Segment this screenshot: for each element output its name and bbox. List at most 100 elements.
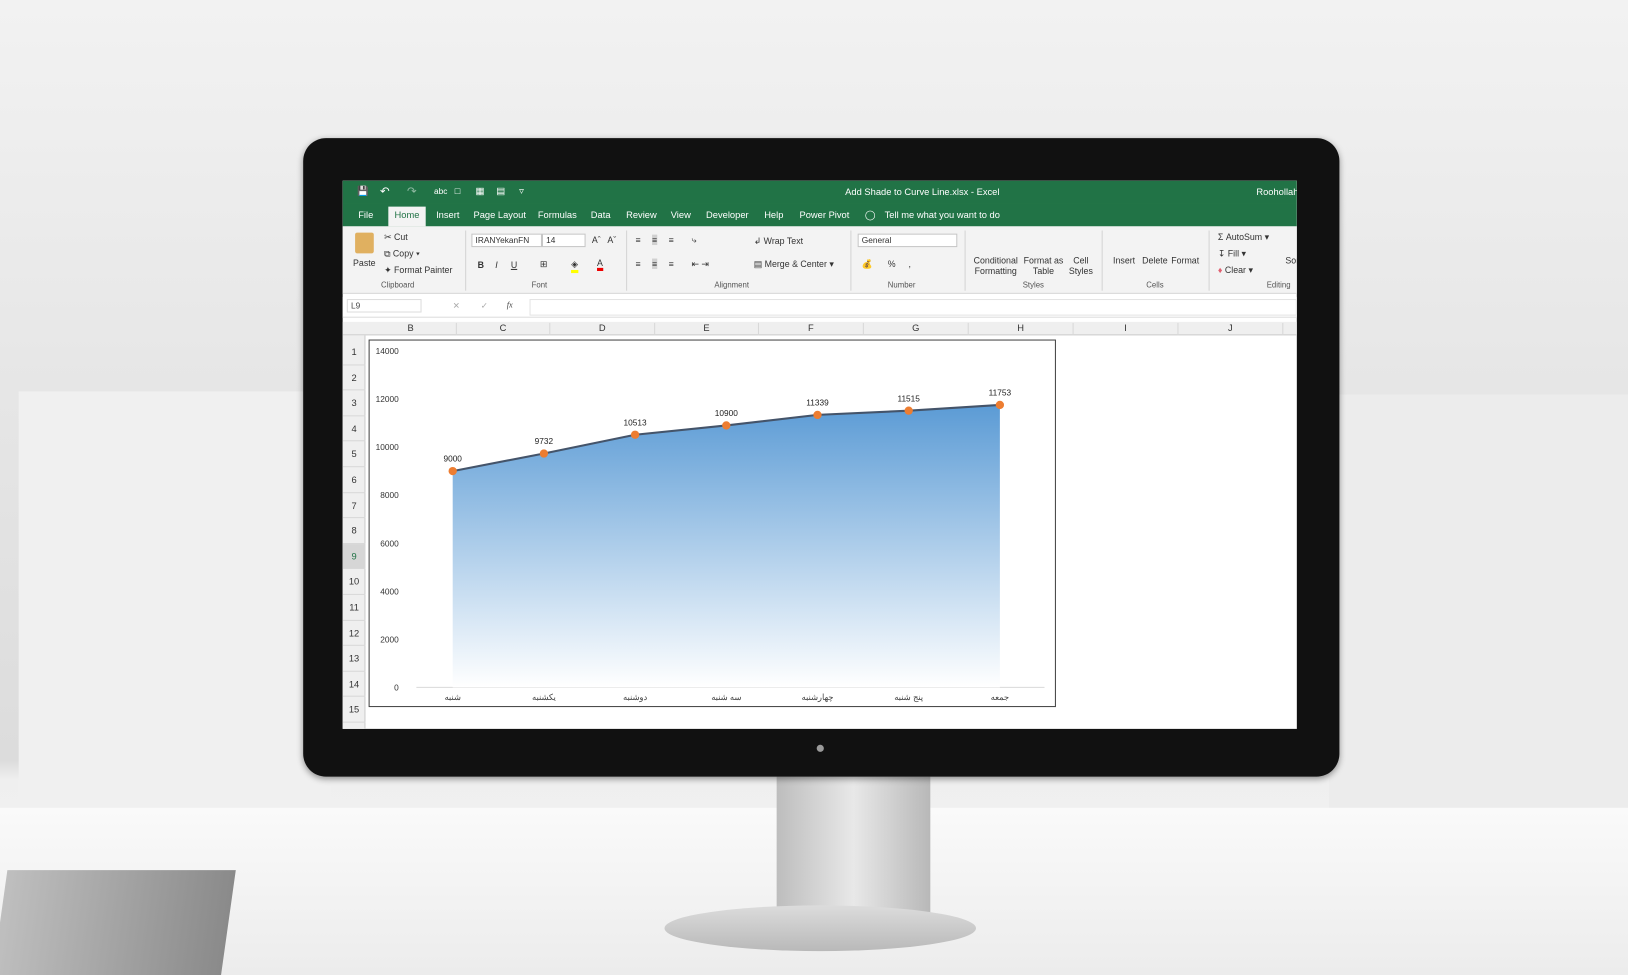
- tab-help[interactable]: Help: [764, 210, 783, 220]
- tab-insert[interactable]: Insert: [436, 210, 459, 220]
- format-cells-button[interactable]: Format: [1171, 255, 1199, 265]
- insert-function-button[interactable]: fx: [507, 300, 513, 309]
- area-chart[interactable]: 0 2000 4000 6000 8000 10000 12000 14000 9000 شنبه…: [368, 339, 1056, 708]
- copy-button[interactable]: ⧉ Copy ▾: [384, 248, 420, 259]
- row-header-11[interactable]: 11: [342, 595, 366, 621]
- cut-button[interactable]: ✂ Cut: [384, 232, 408, 243]
- comma-button[interactable]: ,: [909, 259, 911, 269]
- tab-view[interactable]: View: [671, 210, 691, 220]
- underline-button[interactable]: U: [511, 260, 517, 270]
- user-name[interactable]: Roohollah: [1256, 187, 1296, 197]
- form-icon[interactable]: ▦: [476, 186, 485, 197]
- column-header-i[interactable]: I: [1074, 322, 1179, 336]
- column-header-e[interactable]: E: [655, 322, 759, 336]
- tab-data[interactable]: Data: [591, 210, 611, 220]
- align-left-icon[interactable]: ≡: [635, 259, 640, 269]
- align-middle-icon[interactable]: ≡: [652, 234, 658, 246]
- align-top-icon[interactable]: ≡: [635, 235, 640, 245]
- row-header-3[interactable]: 3: [342, 391, 366, 417]
- merge-center-button[interactable]: ▤ Merge & Center ▾: [754, 259, 834, 270]
- orientation-icon[interactable]: ⤷: [692, 235, 697, 246]
- tell-me-search[interactable]: Tell me what you want to do: [885, 210, 1000, 220]
- grow-font-button[interactable]: Aˆ: [592, 235, 601, 245]
- clear-label: Clear: [1224, 264, 1246, 276]
- customize-qat-icon[interactable]: ▿: [519, 186, 524, 197]
- cancel-icon[interactable]: ✕: [453, 301, 460, 310]
- divider: [465, 230, 467, 291]
- wrap-text-button[interactable]: ↲ Wrap Text: [754, 236, 803, 247]
- font-size-select[interactable]: 14: [541, 233, 586, 248]
- row-header-4[interactable]: 4: [342, 416, 366, 442]
- save-icon[interactable]: 💾: [357, 186, 369, 197]
- group-editing: Editing: [1266, 280, 1291, 290]
- print-preview-icon[interactable]: □: [455, 186, 461, 196]
- paste-button[interactable]: Paste: [353, 257, 376, 267]
- row-header-2[interactable]: 2: [342, 365, 366, 391]
- format-as-table-button[interactable]: Format as Table: [1022, 255, 1066, 276]
- insert-cells-button[interactable]: Insert: [1113, 255, 1135, 265]
- group-number: Number: [887, 280, 916, 290]
- font-name-select[interactable]: IRANYekanFN: [471, 233, 542, 248]
- number-format-select[interactable]: General: [857, 233, 958, 248]
- column-header-g[interactable]: G: [864, 322, 969, 336]
- conditional-formatting-button[interactable]: Conditional Formatting: [970, 255, 1022, 276]
- align-bottom-icon[interactable]: ≡: [669, 235, 674, 245]
- spelling-icon[interactable]: abc: [434, 187, 447, 196]
- delete-cells-button[interactable]: Delete: [1142, 255, 1168, 265]
- row-header-6[interactable]: 6: [342, 467, 366, 493]
- tab-file[interactable]: File: [358, 210, 373, 220]
- column-header-j[interactable]: J: [1178, 322, 1284, 336]
- row-header-12[interactable]: 12: [342, 620, 366, 647]
- autosum-button[interactable]: Σ AutoSum ▾: [1218, 232, 1269, 243]
- column-header-d[interactable]: D: [550, 322, 656, 336]
- book: [0, 870, 236, 975]
- currency-icon[interactable]: 💰: [862, 259, 873, 270]
- tab-developer[interactable]: Developer: [706, 210, 749, 220]
- tab-review[interactable]: Review: [626, 210, 657, 220]
- apple-logo-icon: ●: [815, 739, 826, 757]
- enter-icon[interactable]: ✓: [481, 301, 488, 310]
- row-header-5[interactable]: 5: [342, 442, 366, 468]
- group-cells: Cells: [1146, 280, 1164, 290]
- name-box[interactable]: L9: [346, 299, 422, 313]
- tab-page-layout[interactable]: Page Layout: [473, 210, 525, 220]
- redo-icon[interactable]: ↷: [407, 185, 417, 198]
- paste-icon[interactable]: [355, 232, 374, 254]
- column-header-b[interactable]: B: [365, 322, 457, 336]
- format-painter-button[interactable]: ✦ Format Painter: [384, 265, 452, 276]
- row-header-9[interactable]: 9: [342, 543, 366, 570]
- tab-power-pivot[interactable]: Power Pivot: [799, 210, 849, 220]
- row-header-15[interactable]: 15: [342, 697, 366, 723]
- column-header-f[interactable]: F: [759, 322, 864, 336]
- row-header-8[interactable]: 8: [342, 518, 366, 544]
- row-header-1[interactable]: 1: [342, 340, 366, 366]
- row-header-13[interactable]: 13: [342, 646, 366, 672]
- column-header-c[interactable]: C: [457, 322, 551, 336]
- row-header-10[interactable]: 10: [342, 569, 366, 595]
- tab-formulas[interactable]: Formulas: [538, 210, 577, 220]
- fill-button[interactable]: ↧ Fill ▾: [1218, 248, 1246, 259]
- x-tick-label: دوشنبه: [623, 692, 647, 702]
- row-header-14[interactable]: 14: [342, 672, 366, 698]
- italic-button[interactable]: I: [495, 260, 497, 270]
- borders-icon[interactable]: ⊞: [540, 259, 547, 270]
- row-header-7[interactable]: 7: [342, 493, 366, 519]
- table-icon[interactable]: ▤: [496, 186, 505, 197]
- x-tick-label: پنج شنبه: [894, 692, 923, 702]
- cell-styles-button[interactable]: Cell Styles: [1065, 255, 1096, 276]
- copy-label: Copy: [392, 248, 414, 259]
- column-header-h[interactable]: H: [969, 322, 1074, 336]
- indent-icon[interactable]: ⇤ ⇥: [692, 259, 709, 270]
- undo-icon[interactable]: ↶: [380, 185, 390, 198]
- shrink-font-button[interactable]: Aˇ: [607, 235, 616, 245]
- align-center-icon[interactable]: ≡: [652, 258, 658, 269]
- bold-button[interactable]: B: [478, 260, 484, 270]
- align-right-icon[interactable]: ≡: [669, 259, 674, 269]
- clear-button[interactable]: ♦ Clear ▾: [1218, 265, 1253, 276]
- sort-filter-button[interactable]: Sort & Filter: [1285, 255, 1296, 265]
- percent-button[interactable]: %: [888, 259, 896, 269]
- formula-input[interactable]: [529, 299, 1297, 316]
- font-color-icon[interactable]: A: [597, 257, 603, 271]
- tab-home[interactable]: Home: [388, 206, 426, 227]
- fill-color-icon[interactable]: ◈: [571, 259, 578, 274]
